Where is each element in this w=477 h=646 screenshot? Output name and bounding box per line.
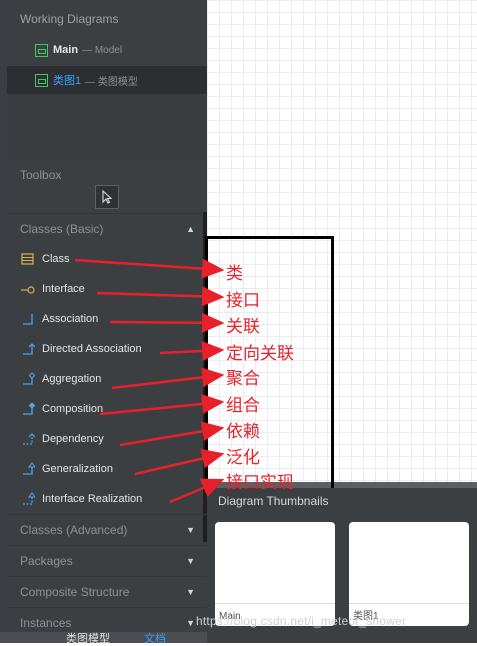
toolbox-header: Toolbox (20, 168, 62, 182)
tool-label: Composition (42, 403, 104, 415)
tool-label: Interface (42, 283, 85, 295)
working-diagram-class1[interactable]: 类图1 — 类图模型 (7, 66, 207, 94)
annotation-aggregation: 聚合 (226, 369, 260, 389)
tool-composition[interactable]: Composition (7, 394, 203, 424)
tool-interface[interactable]: Interface (7, 274, 203, 304)
interface-icon (21, 282, 35, 296)
annotation-class: 类 (226, 264, 243, 284)
tool-label: Generalization (42, 463, 113, 475)
category-label: Composite Structure (20, 584, 130, 599)
thumbnail-main[interactable]: Main (215, 522, 335, 626)
annotation-directed-association: 定向关联 (226, 344, 294, 364)
chevron-down-icon: ▼ (186, 524, 195, 535)
tool-label: Association (42, 313, 99, 325)
chevron-down-icon: ▼ (186, 586, 195, 597)
category-composite-structure[interactable]: Composite Structure ▼ (7, 576, 207, 606)
tool-label: Interface Realization (42, 493, 143, 505)
category-label: Packages (20, 553, 73, 568)
class-icon (21, 252, 35, 266)
tool-association[interactable]: Association (7, 304, 203, 334)
working-diagram-type: — Model (82, 44, 123, 56)
tool-directed-association[interactable]: Directed Association (7, 334, 203, 364)
highlight-box (205, 236, 334, 492)
bottom-tab-strip: 类图模型 文档 (0, 630, 207, 646)
tool-class[interactable]: Class (7, 244, 203, 274)
tool-aggregation[interactable]: Aggregation (7, 364, 203, 394)
category-classes-basic[interactable]: Classes (Basic) ▲ (7, 213, 207, 243)
tool-label: Class (42, 253, 70, 265)
tool-label: Directed Association (42, 343, 142, 355)
generalization-icon (21, 462, 36, 476)
pointer-tool-button[interactable] (95, 185, 119, 209)
tool-dependency[interactable]: Dependency (7, 424, 203, 454)
annotation-interface: 接口 (226, 291, 260, 311)
working-diagram-main[interactable]: Main — Model (7, 36, 207, 64)
working-diagram-name: Main (53, 44, 79, 56)
tool-interface-realization[interactable]: Interface Realization (7, 484, 203, 514)
chevron-down-icon: ▼ (186, 617, 195, 628)
working-diagram-type: — 类图模型 (85, 76, 138, 88)
directed-association-icon (21, 342, 36, 356)
tool-label: Aggregation (42, 373, 102, 385)
category-label: Instances (20, 615, 72, 630)
annotation-dependency: 依赖 (226, 422, 260, 442)
diagram-icon (35, 73, 48, 87)
chevron-down-icon: ▼ (186, 555, 195, 566)
category-classes-advanced[interactable]: Classes (Advanced) ▼ (7, 514, 207, 544)
pointer-icon (102, 190, 113, 204)
annotation-association: 关联 (226, 317, 260, 337)
dependency-icon (21, 432, 36, 446)
tool-label: Dependency (42, 433, 104, 445)
thumbnails-header: Diagram Thumbnails (218, 494, 329, 508)
panel-spacer (7, 94, 207, 159)
category-packages[interactable]: Packages ▼ (7, 545, 207, 575)
watermark-text: https://blog.csdn.net/i_meteor_shower (196, 614, 407, 628)
bottom-tab-docs[interactable]: 文档 (144, 630, 166, 646)
diagram-icon (35, 43, 48, 57)
interface-realization-icon (21, 492, 36, 506)
category-label: Classes (Advanced) (20, 522, 128, 537)
association-icon (21, 312, 35, 326)
composition-icon (21, 402, 36, 416)
bottom-tab-model[interactable]: 类图模型 (66, 630, 110, 646)
annotation-generalization: 泛化 (226, 448, 260, 468)
tool-generalization[interactable]: Generalization (7, 454, 203, 484)
working-diagrams-header: Working Diagrams (20, 12, 119, 26)
chevron-up-icon: ▲ (186, 223, 195, 234)
thumbnail-class1[interactable]: 类图1 (349, 522, 469, 626)
annotation-interface-realization: 接口实现 (226, 473, 294, 493)
aggregation-icon (21, 372, 36, 386)
left-edge-strip (0, 0, 7, 643)
category-label: Classes (Basic) (20, 221, 104, 236)
annotation-composition: 组合 (226, 396, 260, 416)
working-diagram-name: 类图1 (53, 75, 82, 87)
